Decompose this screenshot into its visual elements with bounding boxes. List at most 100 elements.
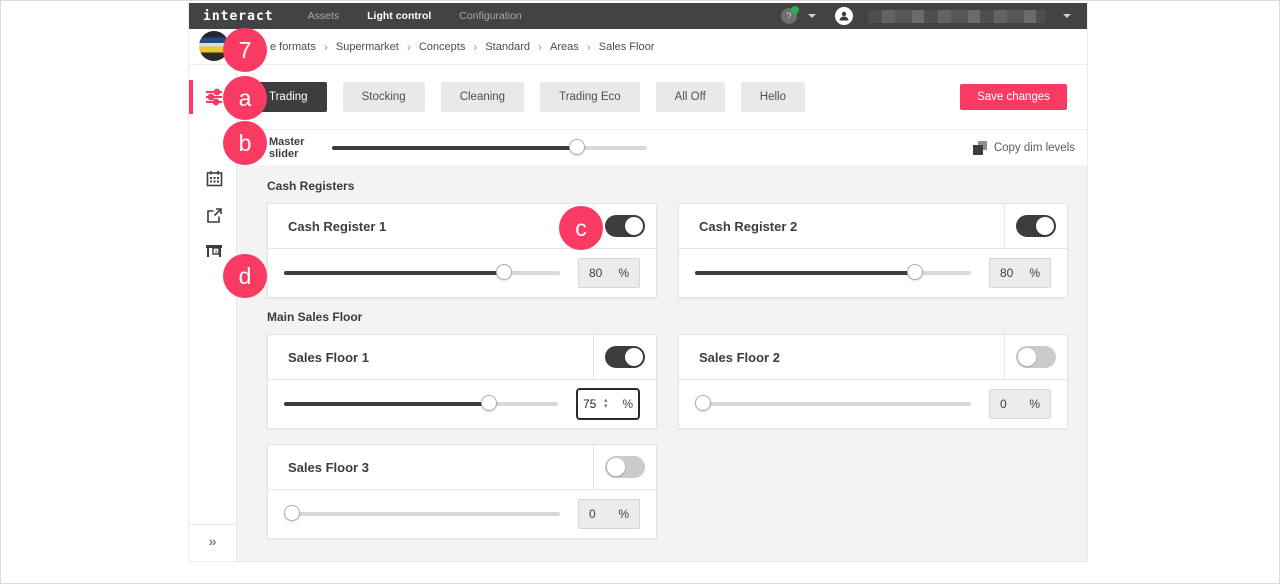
dim-level-value: 80	[589, 266, 602, 280]
breadcrumb-item-current: Sales Floor	[599, 41, 655, 53]
slider-thumb[interactable]	[284, 505, 300, 521]
user-avatar-icon[interactable]	[835, 7, 853, 25]
breadcrumb: e formats Supermarket Concepts Standard …	[270, 40, 654, 54]
sidebar-active-indicator	[189, 80, 193, 114]
scene-bar: Trading Stocking Cleaning Trading Eco Al…	[237, 65, 1087, 129]
toggle-knob	[607, 458, 625, 476]
dim-slider[interactable]	[695, 395, 971, 413]
dim-level-value-box[interactable]: 0%	[578, 499, 640, 529]
slider-thumb[interactable]	[695, 395, 711, 411]
dim-level-value: 0	[589, 507, 596, 521]
scene-button-all-off[interactable]: All Off	[656, 82, 725, 112]
save-changes-button[interactable]: Save changes	[960, 84, 1067, 110]
dim-slider[interactable]	[284, 505, 560, 523]
scene-button-stocking[interactable]: Stocking	[343, 82, 425, 112]
dim-level-value-box[interactable]: 80%	[578, 258, 640, 288]
scene-button-cleaning[interactable]: Cleaning	[441, 82, 524, 112]
percent-unit: %	[618, 266, 629, 280]
section-title-cash-registers: Cash Registers	[267, 179, 1066, 193]
cash-registers-cards: Cash Register 180% Cash Register 280%	[267, 203, 1066, 298]
power-toggle[interactable]	[605, 346, 645, 368]
section-title-main-sales-floor: Main Sales Floor	[267, 310, 1066, 324]
scene-button-hello[interactable]: Hello	[741, 82, 805, 112]
power-toggle[interactable]	[1016, 346, 1056, 368]
main-sales-floor-cards: Sales Floor 1 ▴▾% Sales Floor 2 0% Sales F…	[267, 334, 1066, 539]
breadcrumb-separator-icon	[407, 40, 411, 54]
nav-assets[interactable]: Assets	[308, 10, 340, 22]
redacted-user-email	[868, 10, 1046, 23]
sidebar-item-shop-layout[interactable]: s	[202, 239, 226, 263]
copy-dim-levels-label: Copy dim levels	[994, 142, 1075, 154]
content-column: Trading Stocking Cleaning Trading Eco Al…	[237, 65, 1087, 561]
external-link-icon	[206, 207, 223, 224]
slider-thumb[interactable]	[907, 264, 923, 280]
top-nav: Assets Light control Configuration	[308, 10, 522, 22]
power-toggle[interactable]	[605, 215, 645, 237]
top-navigation-bar: interact Assets Light control Configurat…	[189, 3, 1087, 29]
slider-track[interactable]	[284, 512, 560, 516]
breadcrumb-item[interactable]: e formats	[270, 41, 316, 53]
breadcrumb-bar: e formats Supermarket Concepts Standard …	[189, 29, 1087, 65]
toggle-zone	[593, 335, 656, 379]
annotation-badge-a: a	[223, 76, 267, 120]
power-toggle[interactable]	[605, 456, 645, 478]
toggle-knob	[1036, 217, 1054, 235]
breadcrumb-separator-icon	[473, 40, 477, 54]
app-window: interact Assets Light control Configurat…	[188, 3, 1088, 562]
help-icon[interactable]: ?	[781, 8, 797, 24]
stepper-arrows[interactable]: ▴▾	[604, 398, 608, 410]
annotation-badge-d: d	[223, 254, 267, 298]
slider-track[interactable]	[284, 402, 558, 406]
slider-track[interactable]	[695, 402, 971, 406]
percent-unit: %	[622, 397, 633, 411]
dim-level-input[interactable]	[583, 397, 601, 411]
annotation-badge-b: b	[223, 121, 267, 165]
power-toggle[interactable]	[1016, 215, 1056, 237]
sidebar-item-schedules[interactable]	[202, 166, 226, 190]
card-title: Sales Floor 1	[268, 335, 593, 379]
card-title: Sales Floor 3	[268, 445, 593, 489]
areas-content: Cash Registers Cash Register 180% Cash R…	[237, 165, 1087, 561]
calendar-icon	[206, 170, 223, 187]
breadcrumb-item[interactable]: Concepts	[419, 41, 465, 53]
slider-track[interactable]	[284, 271, 560, 275]
master-slider-label: Master slider	[269, 136, 332, 160]
card-sales-floor-3: Sales Floor 3 0%	[267, 444, 657, 539]
breadcrumb-item[interactable]: Supermarket	[336, 41, 399, 53]
dim-level-value: 0	[1000, 397, 1007, 411]
card-sales-floor-2: Sales Floor 2 0%	[678, 334, 1068, 429]
breadcrumb-separator-icon	[324, 40, 328, 54]
slider-track[interactable]	[332, 146, 647, 150]
percent-unit: %	[1029, 266, 1040, 280]
slider-thumb[interactable]	[481, 395, 497, 411]
dim-slider[interactable]	[695, 264, 971, 282]
percent-unit: %	[1029, 397, 1040, 411]
copy-icon	[973, 141, 987, 155]
dim-level-value-box[interactable]: 80%	[989, 258, 1051, 288]
sidebar-item-export[interactable]	[202, 203, 226, 227]
annotation-badge-c: c	[559, 206, 603, 250]
card-title: Sales Floor 2	[679, 335, 1004, 379]
sidebar-collapse-button[interactable]: »	[189, 528, 236, 554]
dim-level-input-box[interactable]: ▴▾%	[576, 388, 640, 420]
dim-level-value-box[interactable]: 0%	[989, 389, 1051, 419]
chevron-down-icon[interactable]	[808, 14, 816, 18]
slider-thumb[interactable]	[569, 139, 585, 155]
dim-slider[interactable]	[284, 395, 558, 413]
percent-unit: %	[618, 507, 629, 521]
breadcrumb-item[interactable]: Areas	[550, 41, 579, 53]
chevron-down-icon[interactable]	[1063, 14, 1071, 18]
sliders-icon	[205, 88, 223, 106]
slider-thumb[interactable]	[496, 264, 512, 280]
copy-dim-levels-button[interactable]: Copy dim levels	[973, 141, 1075, 155]
interact-logo: interact	[203, 9, 274, 24]
dim-level-value: 80	[1000, 266, 1013, 280]
nav-light-control[interactable]: Light control	[367, 10, 431, 22]
breadcrumb-item[interactable]: Standard	[485, 41, 530, 53]
scene-button-trading-eco[interactable]: Trading Eco	[540, 82, 640, 112]
shop-counter-icon: s	[205, 243, 223, 259]
master-slider[interactable]	[332, 139, 647, 157]
dim-slider[interactable]	[284, 264, 560, 282]
slider-track[interactable]	[695, 271, 971, 275]
nav-configuration[interactable]: Configuration	[459, 10, 521, 22]
